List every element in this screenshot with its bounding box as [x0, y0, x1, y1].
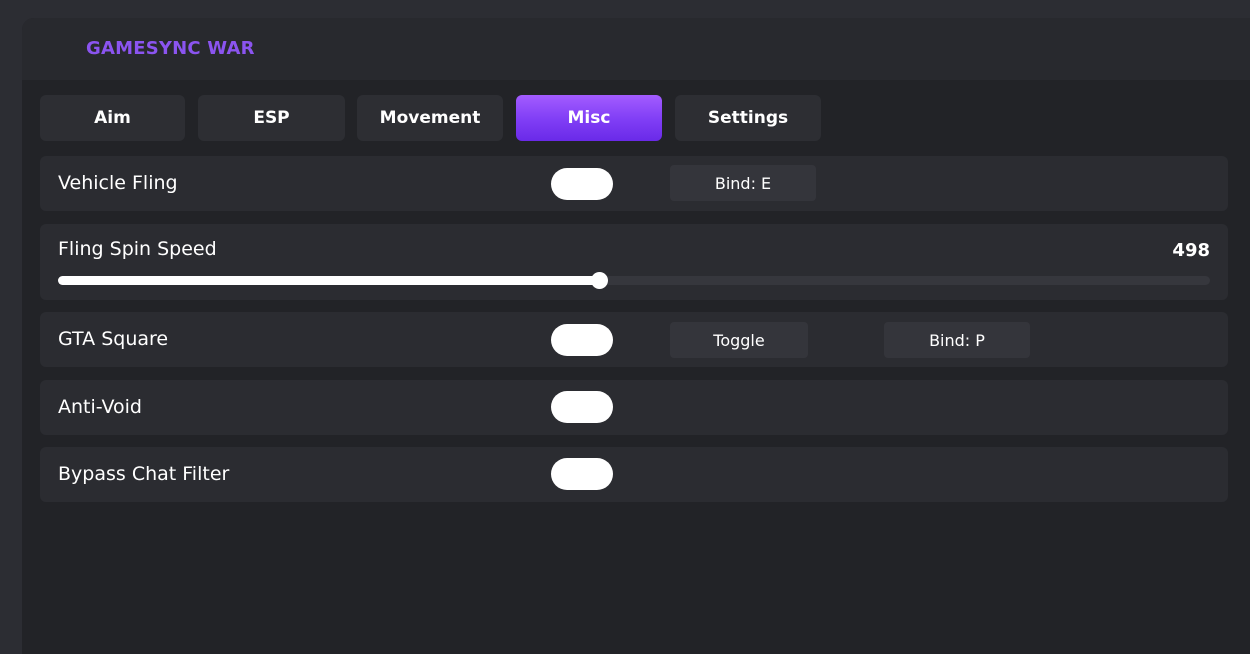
slider-handle[interactable] — [591, 272, 609, 289]
option-row-anti-void: Anti-Void — [40, 380, 1228, 435]
tab-movement[interactable]: Movement — [357, 95, 503, 141]
title-bar[interactable]: GAMESYNC WAR — [22, 18, 1250, 80]
bypass-chat-filter-label: Bypass Chat Filter — [58, 463, 230, 485]
option-row-vehicle-fling: Vehicle Fling Bind: E — [40, 156, 1228, 211]
fling-spin-speed-slider[interactable] — [58, 272, 1210, 289]
gta-square-toggle[interactable] — [551, 324, 613, 356]
tab-aim[interactable]: Aim — [40, 95, 185, 141]
gta-square-mode-button[interactable]: Toggle — [670, 322, 808, 358]
bypass-chat-filter-toggle[interactable] — [551, 458, 613, 490]
fling-spin-speed-value: 498 — [1172, 240, 1210, 261]
vehicle-fling-toggle[interactable] — [551, 168, 613, 200]
tab-esp[interactable]: ESP — [198, 95, 345, 141]
tab-settings[interactable]: Settings — [675, 95, 821, 141]
menu-window: GAMESYNC WAR Aim ESP Movement Misc Setti… — [22, 18, 1250, 654]
app-title: GAMESYNC WAR — [86, 38, 255, 59]
option-row-bypass-chat-filter: Bypass Chat Filter — [40, 447, 1228, 502]
fling-spin-speed-label: Fling Spin Speed — [58, 238, 217, 260]
option-row-gta-square: GTA Square Toggle Bind: P — [40, 312, 1228, 367]
slider-fill — [58, 276, 600, 285]
slider-row-fling-spin-speed: Fling Spin Speed 498 — [40, 224, 1228, 300]
anti-void-label: Anti-Void — [58, 396, 142, 418]
anti-void-toggle[interactable] — [551, 391, 613, 423]
vehicle-fling-label: Vehicle Fling — [58, 172, 178, 194]
vehicle-fling-bind-button[interactable]: Bind: E — [670, 165, 816, 201]
gta-square-label: GTA Square — [58, 328, 169, 350]
tab-misc[interactable]: Misc — [516, 95, 662, 141]
gta-square-bind-button[interactable]: Bind: P — [884, 322, 1030, 358]
